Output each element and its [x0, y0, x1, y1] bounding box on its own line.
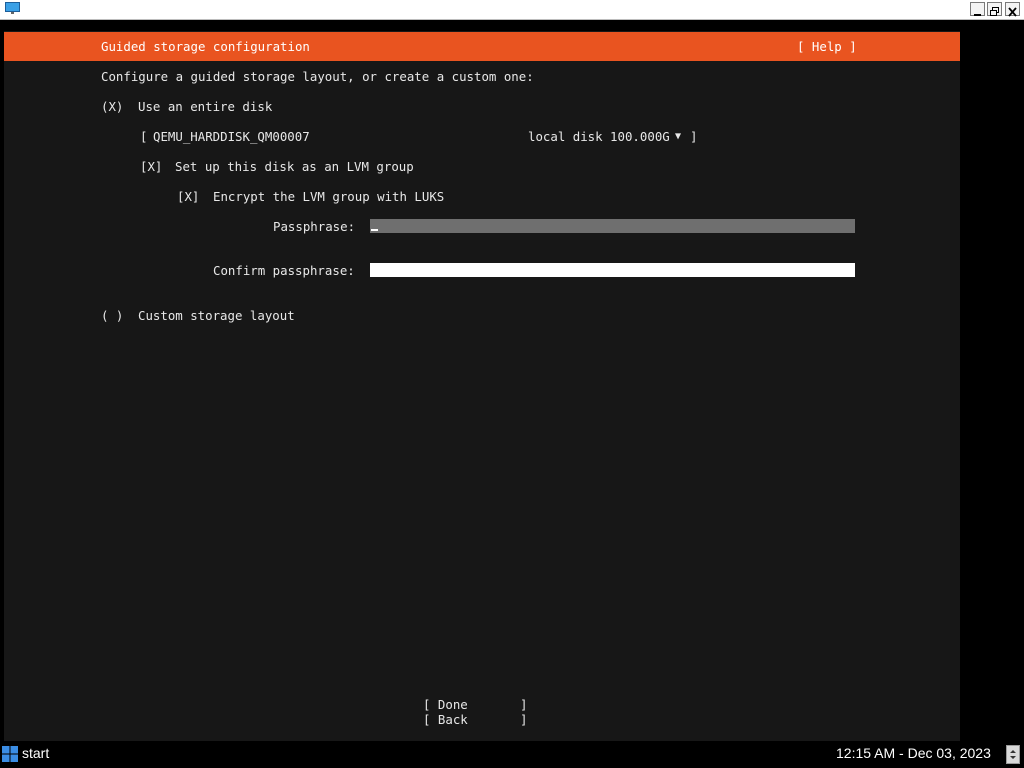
disk-select-close-bracket: ]: [690, 129, 698, 144]
tray-arrow-icon: [1010, 750, 1016, 759]
passphrase-label: Passphrase:: [273, 219, 356, 234]
installer-screen: Guided storage configuration [ Help ] Co…: [4, 31, 960, 756]
luks-label: Encrypt the LVM group with LUKS: [213, 189, 445, 204]
text-cursor: [371, 229, 378, 231]
lvm-checkbox[interactable]: [X]: [140, 159, 162, 174]
custom-layout-label: Custom storage layout: [138, 308, 295, 323]
help-button[interactable]: [ Help ]: [797, 39, 857, 54]
minimize-button[interactable]: [970, 2, 985, 16]
entire-disk-radio[interactable]: (X): [101, 99, 123, 114]
page-title: Guided storage configuration: [101, 39, 310, 54]
minimize-icon: [974, 14, 981, 16]
luks-checkbox[interactable]: [X]: [177, 189, 199, 204]
back-button[interactable]: [ Back ]: [423, 712, 527, 727]
close-button[interactable]: [1005, 2, 1020, 17]
disk-select-info: local disk 100.000G: [528, 129, 670, 144]
disk-select-open-bracket: [: [140, 129, 148, 144]
confirm-passphrase-label: Confirm passphrase:: [213, 263, 355, 278]
monitor-icon: [5, 2, 20, 14]
confirm-passphrase-input[interactable]: [370, 263, 855, 277]
tray-button[interactable]: [1006, 745, 1020, 764]
custom-layout-radio[interactable]: ( ): [101, 308, 123, 323]
close-icon: [1008, 7, 1017, 17]
taskbar: start 12:15 AM - Dec 03, 2023: [0, 741, 1024, 768]
window-titlebar: [0, 0, 1024, 20]
start-label: start: [22, 745, 50, 761]
windows-logo-icon: [2, 746, 18, 762]
vm-console: Guided storage configuration [ Help ] Co…: [0, 20, 1024, 756]
lvm-label: Set up this disk as an LVM group: [175, 159, 414, 174]
done-button[interactable]: [ Done ]: [423, 697, 527, 712]
entire-disk-label: Use an entire disk: [138, 99, 273, 114]
prompt-text: Configure a guided storage layout, or cr…: [101, 69, 534, 84]
restore-button[interactable]: [987, 2, 1002, 16]
clock: 12:15 AM - Dec 03, 2023: [836, 745, 991, 761]
passphrase-input[interactable]: [370, 219, 855, 233]
restore-icon: [990, 7, 999, 16]
disk-select-name: QEMU_HARDDISK_QM00007: [153, 129, 310, 144]
triangle-down-icon: ▼: [675, 131, 682, 142]
